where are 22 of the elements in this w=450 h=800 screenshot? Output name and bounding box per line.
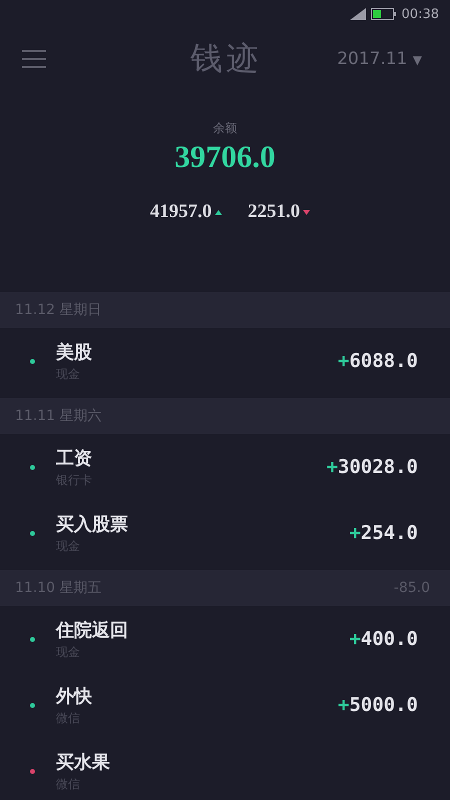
transaction-name: 美股 xyxy=(56,340,93,364)
transaction-name: 买入股票 xyxy=(56,512,129,536)
expense-total: 2251.0 xyxy=(248,201,300,223)
transaction-amount: +254.0 xyxy=(349,522,418,544)
transaction-amount: +5000.0 xyxy=(338,694,418,716)
menu-icon[interactable] xyxy=(22,50,46,68)
income-total: 41957.0 xyxy=(150,201,212,223)
app-title: 钱迹 xyxy=(190,38,263,79)
transaction-name: 住院返回 xyxy=(56,618,129,642)
transaction-name: 工资 xyxy=(56,446,93,470)
transaction-amount: +6088.0 xyxy=(338,350,418,372)
balance-label: 余额 xyxy=(213,120,237,137)
transaction-name: 买水果 xyxy=(56,750,111,774)
transaction-amount: +400.0 xyxy=(349,628,418,650)
transaction-name: 外快 xyxy=(56,684,93,708)
battery-icon xyxy=(370,8,397,20)
up-triangle-icon xyxy=(214,210,222,214)
status-time: 00:38 xyxy=(402,6,439,22)
down-triangle-icon xyxy=(303,210,310,214)
signal-icon xyxy=(350,8,366,20)
balance-amount: 39706.0 xyxy=(174,139,276,175)
transaction-amount: +30028.0 xyxy=(326,456,418,478)
